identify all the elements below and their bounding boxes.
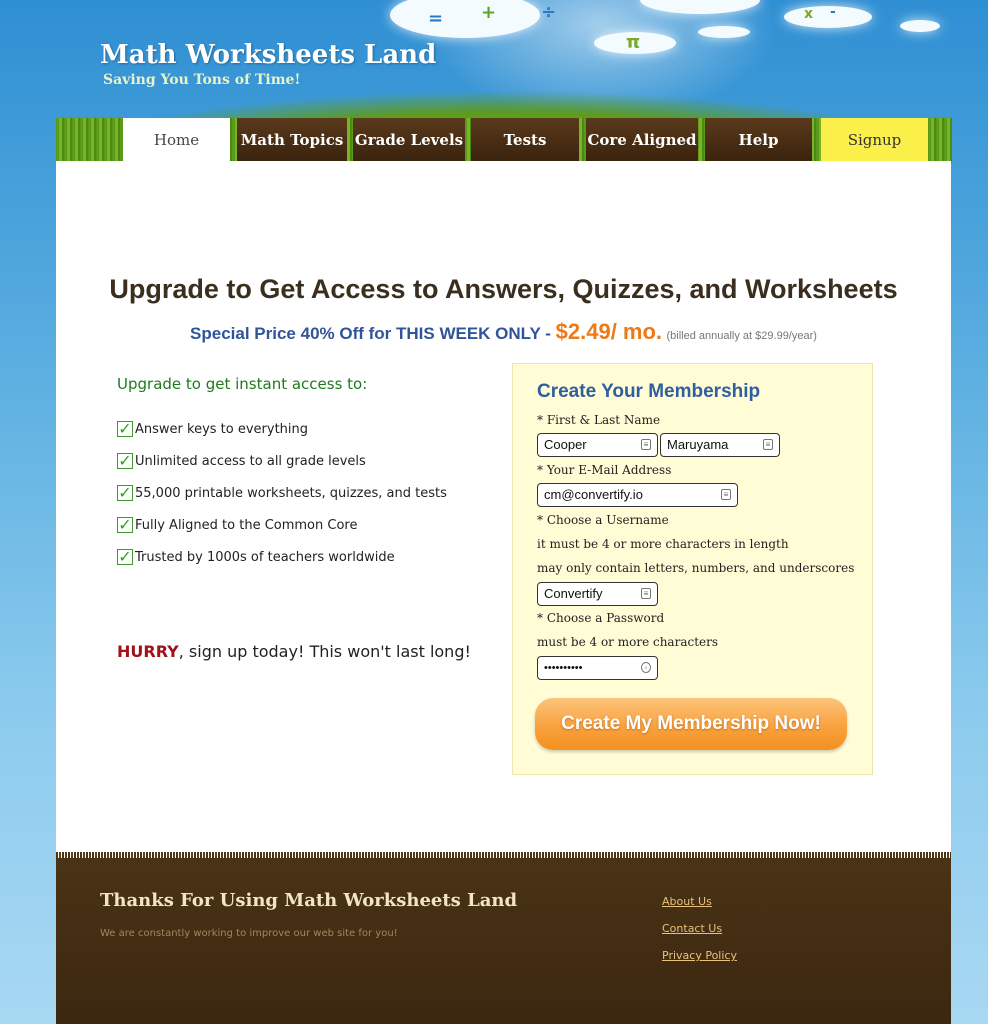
site-title[interactable]: Math Worksheets Land [100, 40, 436, 70]
benefit-text: Fully Aligned to the Common Core [135, 517, 358, 533]
price-amount: $2.49/ mo. [555, 319, 663, 344]
cloud-shape [698, 26, 750, 38]
checkbox-check-icon: ✓ [117, 419, 133, 438]
price-note: (billed annually at $29.99/year) [666, 330, 817, 342]
equals-symbol-icon: = [428, 8, 444, 29]
benefit-text: Answer keys to everything [135, 421, 309, 437]
footer-link-contact[interactable]: Contact Us [662, 922, 722, 935]
autofill-contact-icon[interactable]: ≡ [721, 489, 731, 500]
benefits-heading: Upgrade to get instant access to: [117, 375, 368, 393]
times-symbol-icon: x [804, 6, 814, 22]
cloud-shape [784, 6, 872, 28]
password-key-icon[interactable]: ◦ [641, 662, 651, 673]
footer-heading: Thanks For Using Math Worksheets Land [100, 890, 518, 911]
checkbox-check-icon: ✓ [117, 515, 133, 534]
benefit-item: ✓ Unlimited access to all grade levels [117, 453, 366, 469]
email-label: * Your E-Mail Address [537, 463, 672, 477]
autofill-contact-icon[interactable]: ≡ [641, 439, 651, 450]
benefit-text: Trusted by 1000s of teachers worldwide [135, 549, 395, 565]
footer-subtext: We are constantly working to improve our… [100, 928, 398, 939]
autofill-contact-icon[interactable]: ≡ [641, 588, 651, 599]
password-label: * Choose a Password [537, 611, 665, 625]
nav-signup[interactable]: Signup [821, 118, 928, 161]
pi-symbol-icon: π [626, 32, 641, 53]
password-value: •••••••••• [544, 662, 583, 674]
hurry-rest: , sign up today! This won't last long! [178, 642, 471, 661]
username-input[interactable]: Convertify ≡ [537, 582, 658, 606]
autofill-contact-icon[interactable]: ≡ [763, 439, 773, 450]
form-title: Create Your Membership [537, 381, 761, 402]
price-line: Special Price 40% Off for THIS WEEK ONLY… [56, 319, 951, 345]
nav-help[interactable]: Help [705, 118, 812, 161]
nav-grade-levels[interactable]: Grade Levels [353, 118, 465, 161]
site-tagline: Saving You Tons of Time! [103, 72, 301, 88]
checkbox-check-icon: ✓ [117, 451, 133, 470]
username-value: Convertify [544, 586, 603, 601]
username-hint-length: it must be 4 or more characters in lengt… [537, 537, 789, 551]
create-membership-button[interactable]: Create My Membership Now! [535, 698, 847, 750]
last-name-value: Maruyama [667, 437, 729, 452]
username-hint-chars: may only contain letters, numbers, and u… [537, 561, 855, 575]
benefit-text: 55,000 printable worksheets, quizzes, an… [135, 485, 447, 501]
first-name-value: Cooper [544, 437, 587, 452]
nav-math-topics[interactable]: Math Topics [237, 118, 347, 161]
membership-form: Create Your Membership * First & Last Na… [512, 363, 873, 775]
hurry-word: HURRY [117, 642, 179, 661]
minus-symbol-icon: - [830, 4, 836, 20]
benefit-text: Unlimited access to all grade levels [135, 453, 366, 469]
cloud-shape [900, 20, 940, 32]
benefit-item: ✓ Answer keys to everything [117, 421, 308, 437]
nav-tests[interactable]: Tests [471, 118, 579, 161]
footer: Thanks For Using Math Worksheets Land We… [56, 858, 951, 1024]
divide-symbol-icon: ÷ [541, 2, 557, 23]
benefit-item: ✓ Fully Aligned to the Common Core [117, 517, 357, 533]
nav-home[interactable]: Home [123, 118, 230, 161]
email-field[interactable]: cm@convertify.io ≡ [537, 483, 738, 507]
main-content: Upgrade to Get Access to Answers, Quizze… [56, 161, 951, 861]
footer-link-privacy[interactable]: Privacy Policy [662, 949, 737, 962]
checkbox-check-icon: ✓ [117, 483, 133, 502]
price-offer-text: Special Price 40% Off for THIS WEEK ONLY… [190, 324, 556, 343]
last-name-input[interactable]: Maruyama ≡ [660, 433, 780, 457]
password-input[interactable]: •••••••••• ◦ [537, 656, 658, 680]
benefit-item: ✓ 55,000 printable worksheets, quizzes, … [117, 485, 447, 501]
name-label: * First & Last Name [537, 413, 661, 427]
first-name-input[interactable]: Cooper ≡ [537, 433, 658, 457]
benefit-item: ✓ Trusted by 1000s of teachers worldwide [117, 549, 395, 565]
footer-link-about[interactable]: About Us [662, 895, 712, 908]
password-hint: must be 4 or more characters [537, 635, 719, 649]
email-value: cm@convertify.io [544, 487, 643, 502]
page-headline: Upgrade to Get Access to Answers, Quizze… [109, 274, 898, 304]
plus-symbol-icon: + [481, 2, 497, 23]
hurry-message: HURRY, sign up today! This won't last lo… [117, 642, 471, 661]
nav-core-aligned[interactable]: Core Aligned [586, 118, 698, 161]
username-label: * Choose a Username [537, 513, 669, 527]
checkbox-check-icon: ✓ [117, 547, 133, 566]
